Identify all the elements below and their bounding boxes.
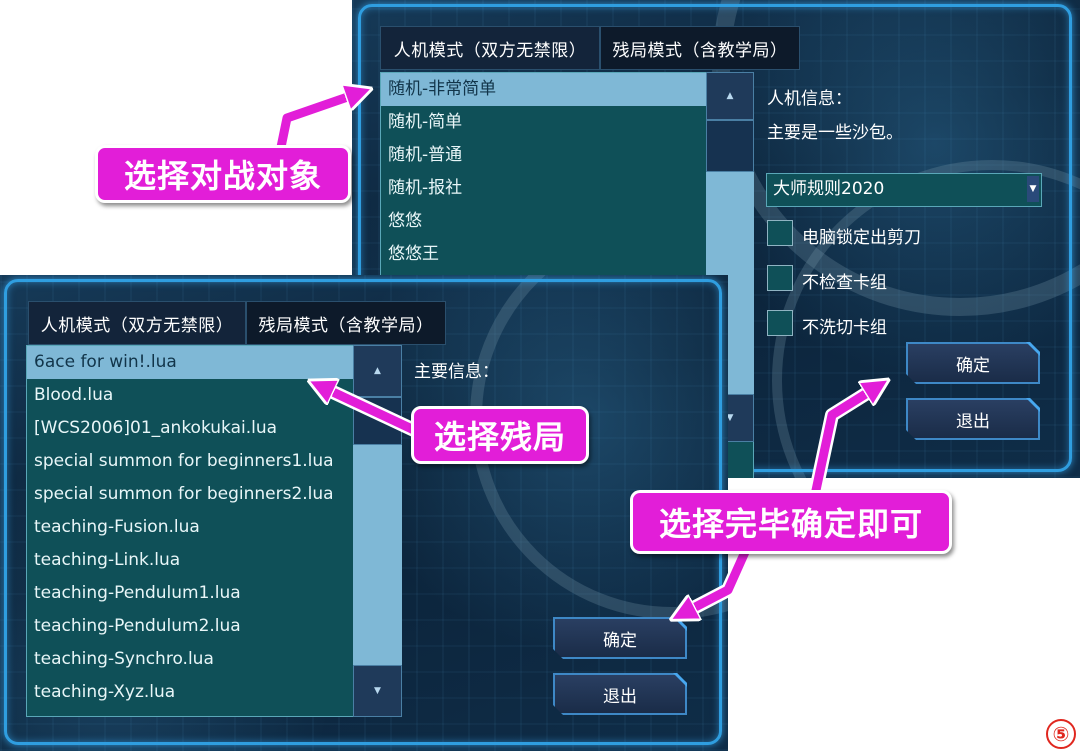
list-item[interactable]: Blood.lua [27, 379, 401, 412]
checkbox-label: 不洗切卡组 [802, 318, 887, 338]
puzzle-mode-window: 人机模式（双方无禁限） 残局模式（含教学局） 6ace for win!.lua… [0, 275, 728, 751]
rule-select-value: 大师规则2020 [773, 179, 885, 199]
list-item[interactable]: 随机-简单 [381, 106, 753, 139]
tab-puzzle-mode[interactable]: 残局模式（含教学局） [600, 26, 800, 70]
step-badge: ⑤ [1046, 719, 1076, 749]
puzzle-list-scrollbar[interactable]: ▲ ▼ [353, 345, 402, 717]
list-item[interactable]: teaching-Pendulum2.lua [27, 610, 401, 643]
callout-select-puzzle: 选择残局 [411, 406, 589, 464]
tab-ai-mode[interactable]: 人机模式（双方无禁限） [28, 301, 246, 345]
list-item[interactable]: 6ace for win!.lua [27, 346, 401, 379]
list-item[interactable]: 随机-普通 [381, 139, 753, 172]
callout-confirm-hint: 选择完毕确定即可 [630, 490, 952, 554]
list-item[interactable]: special summon for beginners1.lua [27, 445, 401, 478]
checkbox-ai-lock-scissors[interactable] [767, 220, 793, 246]
checkbox-no-deck-check[interactable] [767, 265, 793, 291]
list-item[interactable]: teaching-Link.lua [27, 544, 401, 577]
puzzle-file-list[interactable]: 6ace for win!.lua Blood.lua [WCS2006]01_… [26, 345, 402, 717]
puzzle-info-title: 主要信息： [414, 362, 499, 382]
list-item[interactable]: teaching-Synchro.lua [27, 643, 401, 676]
list-item[interactable]: special summon for beginners2.lua [27, 478, 401, 511]
list-item[interactable]: teaching-Xyz.lua [27, 676, 401, 709]
checkbox-label: 不检查卡组 [802, 273, 887, 293]
callout-select-opponent: 选择对战对象 [95, 145, 351, 203]
list-item[interactable]: 悠悠 [381, 205, 753, 238]
exit-button[interactable]: 退出 [906, 398, 1040, 440]
tab-ai-mode[interactable]: 人机模式（双方无禁限） [380, 26, 600, 70]
scroll-thumb[interactable] [706, 120, 754, 172]
confirm-button[interactable]: 确定 [553, 617, 687, 659]
scroll-up-icon[interactable]: ▲ [353, 345, 402, 397]
list-item[interactable]: 随机-报社 [381, 172, 753, 205]
arrow-to-opponent-list [273, 85, 365, 154]
ai-info-text: 主要是一些沙包。 [767, 123, 903, 143]
checkbox-label: 电脑锁定出剪刀 [802, 228, 921, 248]
list-item[interactable]: [WCS2006]01_ankokukai.lua [27, 412, 401, 445]
scroll-down-icon[interactable]: ▼ [353, 665, 402, 717]
list-item[interactable]: teaching-Pendulum1.lua [27, 577, 401, 610]
confirm-button[interactable]: 确定 [906, 342, 1040, 384]
scroll-thumb[interactable] [353, 397, 402, 445]
rule-select[interactable]: 大师规则2020 ▼ [766, 173, 1042, 207]
ai-info-title: 人机信息： [767, 89, 852, 109]
tab-puzzle-mode[interactable]: 残局模式（含教学局） [246, 301, 446, 345]
list-item[interactable]: teaching-Fusion.lua [27, 511, 401, 544]
exit-button[interactable]: 退出 [553, 673, 687, 715]
scroll-up-icon[interactable]: ▲ [706, 72, 754, 120]
list-item[interactable]: 悠悠王 [381, 238, 753, 271]
chevron-down-icon[interactable]: ▼ [1027, 176, 1039, 202]
arrow-to-opponent-list-inner [275, 92, 362, 153]
checkbox-no-shuffle[interactable] [767, 310, 793, 336]
list-item[interactable]: 随机-非常简单 [381, 73, 753, 106]
